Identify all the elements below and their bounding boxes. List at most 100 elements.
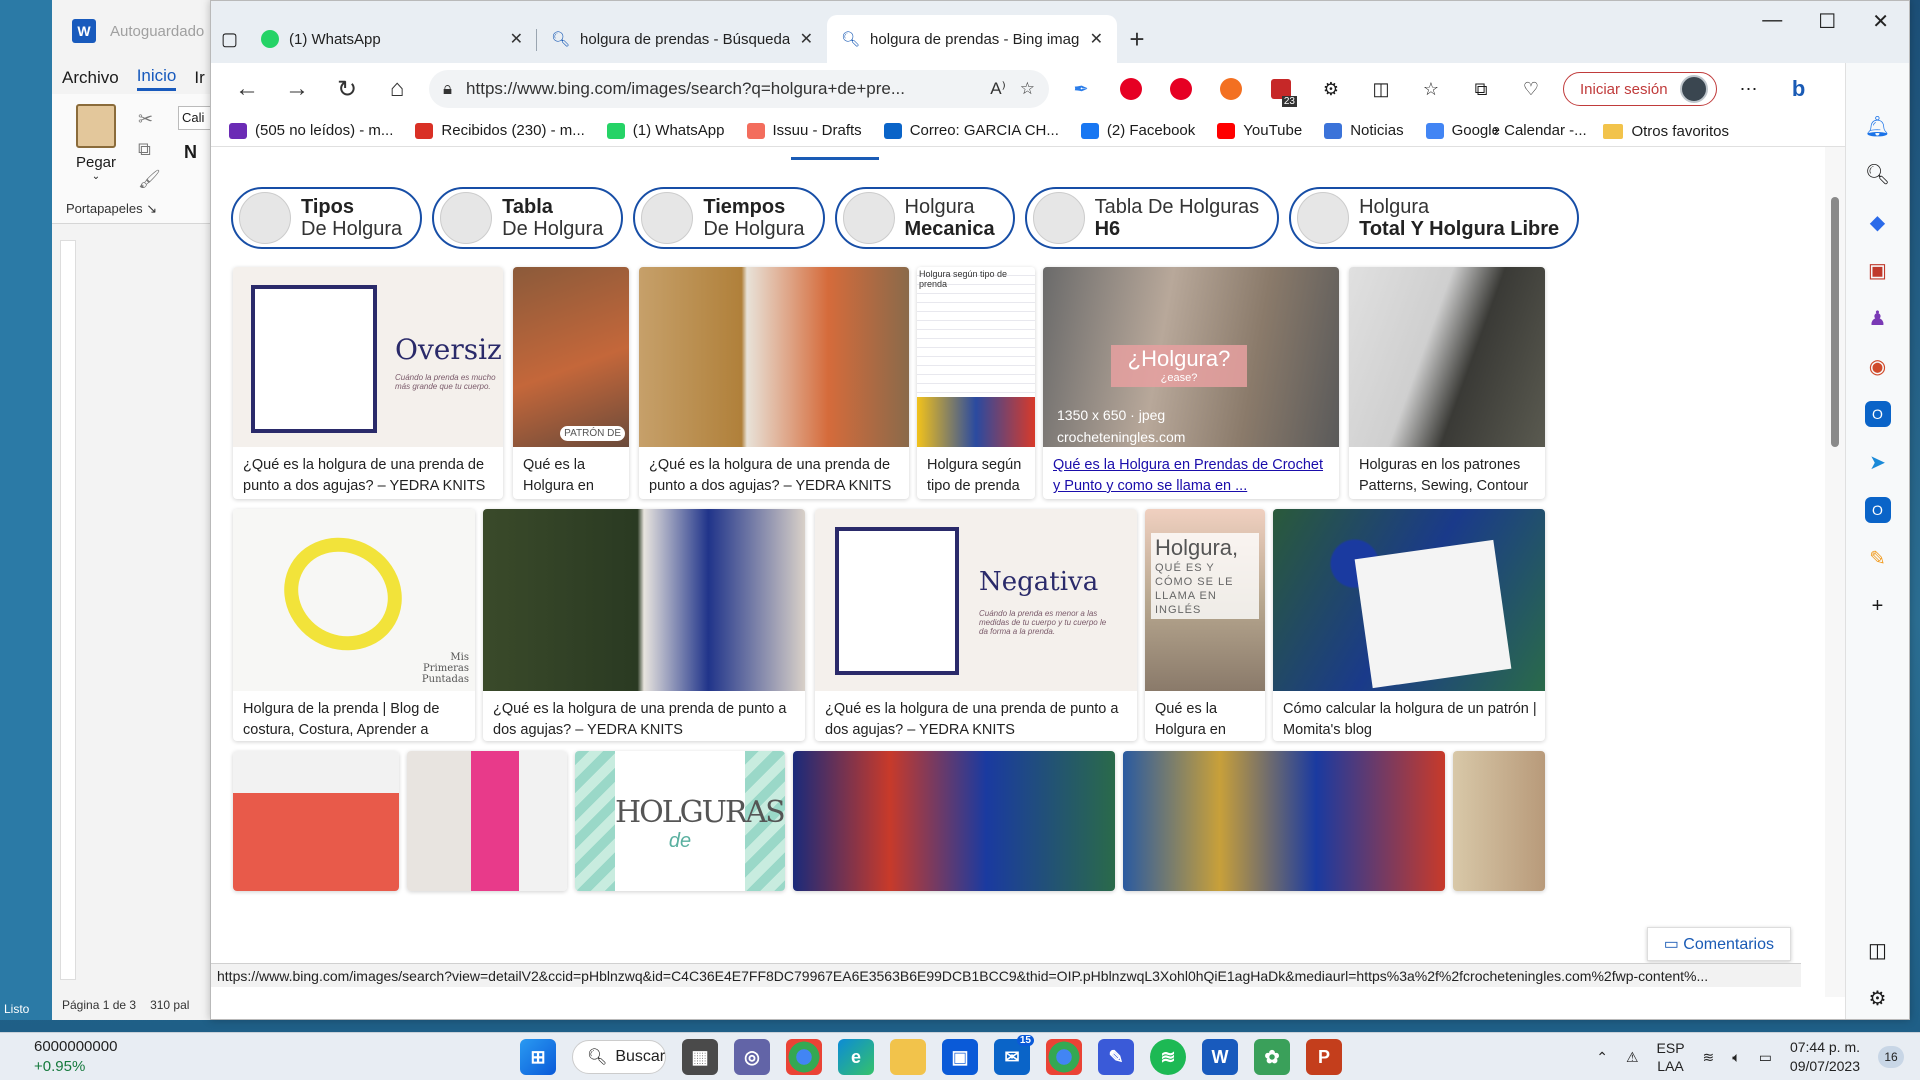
network-alert-icon[interactable]: ⚠ <box>1626 1049 1639 1066</box>
add-icon[interactable]: + <box>1865 593 1891 619</box>
extension-feather-icon[interactable]: ✒ <box>1063 71 1099 107</box>
result-card-2[interactable]: PATRÓN DE Qué es la Holgura en Pre... <box>513 267 629 499</box>
favorite-item[interactable]: Issuu - Drafts <box>746 122 862 139</box>
related-search-pill[interactable]: Holgura Mecanica <box>834 187 1015 249</box>
otros-favoritos[interactable]: Otros favoritos <box>1603 115 1729 147</box>
split-screen-icon[interactable]: ◫ <box>1363 71 1399 107</box>
performance-icon[interactable]: ♡ <box>1513 71 1549 107</box>
outlook-icon[interactable]: O <box>1864 401 1891 427</box>
favorite-item[interactable]: YouTube <box>1217 122 1302 139</box>
edge-icon[interactable]: e <box>838 1039 874 1075</box>
paste-button[interactable]: Pegar ⌄ <box>66 104 126 182</box>
extension-orange-icon[interactable] <box>1213 71 1249 107</box>
copy-icon[interactable]: ⧉ <box>138 134 161 164</box>
home-button[interactable]: ⌂ <box>379 71 415 107</box>
favorite-item[interactable]: Noticias <box>1324 122 1404 139</box>
favorite-item[interactable]: Recibidos (230) - m... <box>415 122 585 139</box>
related-search-pill[interactable]: Tiempos De Holgura <box>633 187 825 249</box>
tab-whatsapp[interactable]: (1) WhatsApp ✕ <box>247 15 537 63</box>
result-card-12[interactable] <box>233 751 399 891</box>
word-icon[interactable]: W <box>1202 1039 1238 1075</box>
pinterest-icon[interactable] <box>1113 71 1149 107</box>
volume-icon[interactable]: 🔈︎ <box>1732 1049 1740 1066</box>
result-card-17[interactable] <box>1453 751 1545 891</box>
notification-badge[interactable]: 16 <box>1878 1046 1904 1068</box>
format-painter-icon[interactable]: 🖌 <box>138 164 161 194</box>
result-card-13[interactable] <box>407 751 567 891</box>
bold-icon[interactable]: N <box>184 142 197 163</box>
favorite-star-icon[interactable]: ☆ <box>1020 79 1035 99</box>
result-card-14[interactable]: HOLGURAS de <box>575 751 785 891</box>
language-indicator[interactable]: ESP LAA <box>1657 1039 1685 1075</box>
refresh-button[interactable]: ↻ <box>329 71 365 107</box>
more-options-icon[interactable]: ⋯ <box>1731 71 1767 107</box>
result-card-6[interactable]: Holguras en los patrones Patterns, Sewin… <box>1349 267 1545 499</box>
maximize-icon[interactable]: ☐ <box>1818 9 1836 34</box>
shopping-tag-icon[interactable]: ◆ <box>1865 209 1891 235</box>
back-button[interactable]: ← <box>229 71 265 107</box>
notes-icon[interactable]: ✎ <box>1865 545 1891 571</box>
tab-actions-icon[interactable]: ▢ <box>221 15 247 63</box>
favorite-item[interactable]: Google Calendar -... <box>1425 122 1587 139</box>
tab-bing-images[interactable]: 🔍︎ holgura de prendas - Bing image ✕ <box>827 15 1117 63</box>
result-card-9[interactable]: Negativa Cuándo la prenda es menor a las… <box>815 509 1137 741</box>
battery-icon[interactable]: ▭ <box>1759 1049 1772 1066</box>
tools-icon[interactable]: ▣ <box>1865 257 1891 283</box>
teams-chat-icon[interactable]: ◎ <box>734 1039 770 1075</box>
result-card-4[interactable]: Holgura según tipo de prenda Holgura seg… <box>917 267 1035 499</box>
result-card-5[interactable]: ¿Holgura? ¿ease? 1350 x 650 · jpeg croch… <box>1043 267 1339 499</box>
store-icon[interactable]: ▣ <box>942 1039 978 1075</box>
result-card-7[interactable]: Mis Primeras Puntadas Holgura de la pren… <box>233 509 475 741</box>
close-window-icon[interactable]: ✕ <box>1872 9 1889 34</box>
scrollbar-thumb[interactable] <box>1831 197 1839 447</box>
new-tab-button[interactable]: + <box>1117 15 1157 63</box>
close-icon[interactable]: ✕ <box>1090 29 1103 49</box>
favorites-icon[interactable]: ☆ <box>1413 71 1449 107</box>
cut-icon[interactable]: ✂ <box>138 104 161 134</box>
menu-archivo[interactable]: Archivo <box>62 68 119 88</box>
settings-icon[interactable]: ⚙ <box>1865 985 1891 1011</box>
related-search-pill[interactable]: Tabla De Holguras H6 <box>1024 187 1280 249</box>
extension-badge-icon[interactable]: 23 <box>1263 71 1299 107</box>
file-explorer-icon[interactable] <box>890 1039 926 1075</box>
forward-button[interactable]: → <box>279 71 315 107</box>
favorite-item[interactable]: Correo: GARCIA CH... <box>883 122 1059 139</box>
bing-copilot-icon[interactable]: b <box>1781 71 1817 107</box>
powerpoint-icon[interactable]: P <box>1306 1039 1342 1075</box>
chrome-icon[interactable] <box>786 1039 822 1075</box>
result-card-1[interactable]: Oversize Cuándo la prenda es mucho más g… <box>233 267 503 499</box>
send-icon[interactable]: ➤ <box>1865 449 1891 475</box>
outlook-icon-2[interactable]: O <box>1864 497 1891 523</box>
windows-start-icon[interactable]: ⊞ <box>520 1039 556 1075</box>
result-caption-link[interactable]: Qué es la Holgura en Prendas de Crochet … <box>1053 455 1331 497</box>
tab-bing-search[interactable]: 🔍︎ holgura de prendas - Búsqueda ✕ <box>537 15 827 63</box>
chevron-up-icon[interactable]: ⌃ <box>1596 1049 1608 1066</box>
sidebar-toggle-icon[interactable]: ◫ <box>1865 937 1891 963</box>
minimize-icon[interactable]: — <box>1762 9 1782 34</box>
result-card-11[interactable]: Cómo calcular la holgura de un patrón | … <box>1273 509 1545 741</box>
taskbar-search[interactable]: 🔍︎ Buscar <box>572 1040 666 1074</box>
bell-icon[interactable]: 🔔︎ <box>1865 113 1891 139</box>
related-search-pill[interactable]: Tabla De Holgura <box>432 187 624 249</box>
task-view-icon[interactable]: ▦ <box>682 1039 718 1075</box>
result-card-16[interactable] <box>1123 751 1445 891</box>
read-aloud-icon[interactable]: A⁾ <box>990 79 1006 99</box>
favorite-item[interactable]: (2) Facebook <box>1080 122 1195 139</box>
clock[interactable]: 07:44 p. m. 09/07/2023 <box>1790 1038 1860 1076</box>
vertical-scrollbar[interactable] <box>1825 147 1845 997</box>
menu-insertar[interactable]: Ir <box>194 68 204 88</box>
mail-icon[interactable]: ✉ 15 <box>994 1035 1034 1075</box>
favorite-item[interactable]: (505 no leídos) - m... <box>229 122 393 139</box>
chrome-icon-2[interactable] <box>1046 1039 1082 1075</box>
result-card-3[interactable]: ¿Qué es la holgura de una prenda de punt… <box>639 267 909 499</box>
whiteboard-icon[interactable]: ✎ <box>1098 1039 1134 1075</box>
paint-icon[interactable]: ✿ <box>1254 1039 1290 1075</box>
related-search-pill[interactable]: Holgura Total Y Holgura Libre <box>1289 187 1580 249</box>
result-card-8[interactable]: ¿Qué es la holgura de una prenda de punt… <box>483 509 805 741</box>
search-icon[interactable]: 🔍︎ <box>1865 161 1891 187</box>
comentarios-button[interactable]: ▭ Comentarios <box>1646 927 1791 961</box>
chevron-right-icon[interactable]: › <box>1493 120 1499 141</box>
related-search-pill[interactable]: Tipos De Holgura <box>231 187 423 249</box>
address-bar[interactable]: 🔒︎ https://www.bing.com/images/search?q=… <box>429 70 1049 108</box>
extensions-puzzle-icon[interactable]: ⚙ <box>1313 71 1349 107</box>
